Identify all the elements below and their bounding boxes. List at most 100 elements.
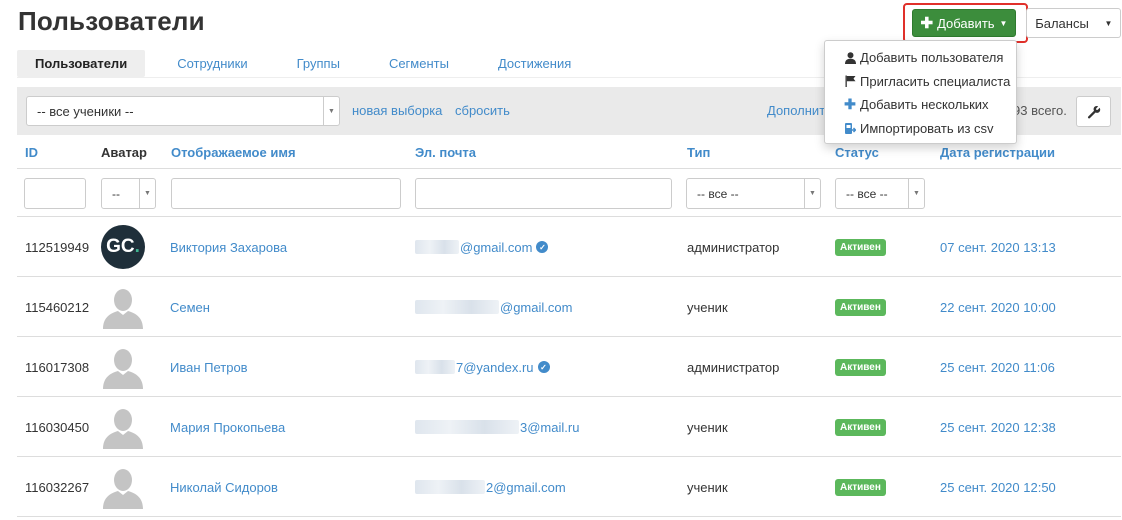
add-button-label: Добавить <box>937 15 995 31</box>
user-email-link[interactable]: 3@mail.ru <box>415 397 579 457</box>
user-name-link[interactable]: Мария Прокопьева <box>170 397 285 457</box>
header-type[interactable]: Тип <box>687 145 710 160</box>
registration-date[interactable]: 25 сент. 2020 12:50 <box>940 457 1056 517</box>
status-badge: Активен <box>835 478 886 496</box>
plus-icon: ✚ <box>920 15 934 32</box>
status-badge: Активен <box>835 418 886 436</box>
menu-item-label: Добавить пользователя <box>860 50 1004 66</box>
tab-users[interactable]: Пользователи <box>17 50 146 77</box>
tab-segments[interactable]: Сегменты <box>389 50 449 77</box>
user-name-link[interactable]: Иван Петров <box>170 337 248 397</box>
header-email[interactable]: Эл. почта <box>415 145 476 160</box>
menu-item-add-multiple[interactable]: ✚ Добавить нескольких <box>825 93 1016 117</box>
plus-icon: ✚ <box>844 96 856 113</box>
menu-item-label: Добавить нескольких <box>860 97 989 113</box>
avatar[interactable] <box>101 457 145 517</box>
user-name-link[interactable]: Николай Сидоров <box>170 457 278 517</box>
redacted-email <box>415 480 485 494</box>
verified-check-icon: ✓ <box>537 361 550 373</box>
user-email-link[interactable]: @gmail.com ✓ <box>415 217 549 277</box>
status-cell: Активен <box>835 337 886 397</box>
avatar-filter-select[interactable]: -- ▼ <box>101 178 156 209</box>
table-row: 116032267 Николай Сидоров 2@gmail.com уч… <box>17 456 1121 516</box>
add-dropdown-menu: Добавить пользователя Пригласить специал… <box>824 40 1017 144</box>
user-type: администратор <box>687 359 780 375</box>
tabs: Пользователи Сотрудники Группы Сегменты … <box>17 50 571 77</box>
user-name-link[interactable]: Виктория Захарова <box>170 217 287 277</box>
wrench-icon <box>1087 105 1100 118</box>
header-name[interactable]: Отображаемое имя <box>171 145 296 160</box>
user-icon <box>843 51 857 64</box>
status-badge: Активен <box>835 238 886 256</box>
registration-date[interactable]: 25 сент. 2020 12:38 <box>940 397 1056 457</box>
table-row: 116017308 Иван Петров 7@yandex.ru ✓ адми… <box>17 336 1121 396</box>
email-domain: 3@mail.ru <box>520 419 580 435</box>
reset-link[interactable]: сбросить <box>455 103 510 118</box>
user-id: 116030450 <box>25 419 90 435</box>
students-select[interactable]: -- все ученики -- ▼ <box>26 96 340 126</box>
settings-button[interactable] <box>1076 96 1111 127</box>
caret-down-icon: ▼ <box>1104 18 1113 28</box>
verified-check-icon: ✓ <box>536 241 549 253</box>
registration-date[interactable]: 07 сент. 2020 13:13 <box>940 217 1056 277</box>
user-email-link[interactable]: @gmail.com <box>415 277 572 337</box>
user-email-link[interactable]: 7@yandex.ru ✓ <box>415 337 550 397</box>
user-id: 116032267 <box>25 479 90 495</box>
avatar[interactable] <box>101 277 145 337</box>
status-badge: Активен <box>835 298 886 316</box>
more-filters-link[interactable]: Дополнит <box>767 103 825 118</box>
user-type: ученик <box>687 479 728 495</box>
menu-item-invite-specialist[interactable]: Пригласить специалиста <box>825 70 1016 94</box>
avatar-filter-value: -- <box>112 186 120 201</box>
menu-item-add-user[interactable]: Добавить пользователя <box>825 46 1016 70</box>
logo-dot: . <box>134 236 140 257</box>
header-id[interactable]: ID <box>25 145 38 160</box>
user-type: ученик <box>687 419 728 435</box>
status-cell: Активен <box>835 457 886 517</box>
redacted-email <box>415 420 519 434</box>
tab-employees[interactable]: Сотрудники <box>177 50 247 77</box>
status-filter-select[interactable]: -- все -- ▼ <box>835 178 925 209</box>
select-arrow-icon: ▼ <box>908 179 924 208</box>
user-placeholder-icon <box>101 405 145 449</box>
email-domain: 7@yandex.ru <box>456 359 534 375</box>
gc-logo-avatar: GC. <box>101 225 145 269</box>
avatar[interactable] <box>101 337 145 397</box>
tab-groups[interactable]: Группы <box>297 50 340 77</box>
avatar[interactable] <box>101 397 145 457</box>
type-filter-value: -- все -- <box>697 186 739 201</box>
header-date[interactable]: Дата регистрации <box>940 145 1055 160</box>
registration-date[interactable]: 25 сент. 2020 11:06 <box>940 337 1055 397</box>
new-selection-link[interactable]: новая выборка <box>352 103 442 118</box>
header-status[interactable]: Статус <box>835 145 879 160</box>
menu-item-import-csv[interactable]: Импортировать из csv <box>825 117 1016 141</box>
user-id: 112519949 <box>25 239 90 255</box>
menu-item-label: Импортировать из csv <box>860 120 994 136</box>
id-filter-input[interactable] <box>24 178 86 209</box>
header-divider <box>17 168 1121 169</box>
email-filter-input[interactable] <box>415 178 672 209</box>
balances-dropdown-toggle[interactable]: ▼ <box>1097 8 1121 38</box>
tab-achievements[interactable]: Достижения <box>498 50 571 77</box>
user-placeholder-icon <box>101 465 145 509</box>
table-row: 116030450 Мария Прокопьева 3@mail.ru уче… <box>17 396 1121 456</box>
header-avatar: Аватар <box>101 145 147 160</box>
registration-date[interactable]: 22 сент. 2020 10:00 <box>940 277 1056 337</box>
balances-button[interactable]: Балансы <box>1026 8 1098 38</box>
email-domain: @gmail.com <box>500 299 573 315</box>
avatar[interactable]: GC. <box>101 217 145 277</box>
caret-down-icon: ▼ <box>999 18 1008 28</box>
user-name-link[interactable]: Семен <box>170 277 210 337</box>
name-filter-input[interactable] <box>171 178 401 209</box>
status-cell: Активен <box>835 217 886 277</box>
logo-letter-g: G <box>106 236 121 257</box>
students-select-value: -- все ученики -- <box>37 103 134 119</box>
add-button[interactable]: ✚ Добавить ▼ <box>912 9 1016 37</box>
type-filter-select[interactable]: -- все -- ▼ <box>686 178 821 209</box>
redacted-email <box>415 360 455 374</box>
user-placeholder-icon <box>101 285 145 329</box>
redacted-email <box>415 240 459 254</box>
status-badge: Активен <box>835 358 886 376</box>
status-cell: Активен <box>835 397 886 457</box>
user-email-link[interactable]: 2@gmail.com <box>415 457 566 517</box>
